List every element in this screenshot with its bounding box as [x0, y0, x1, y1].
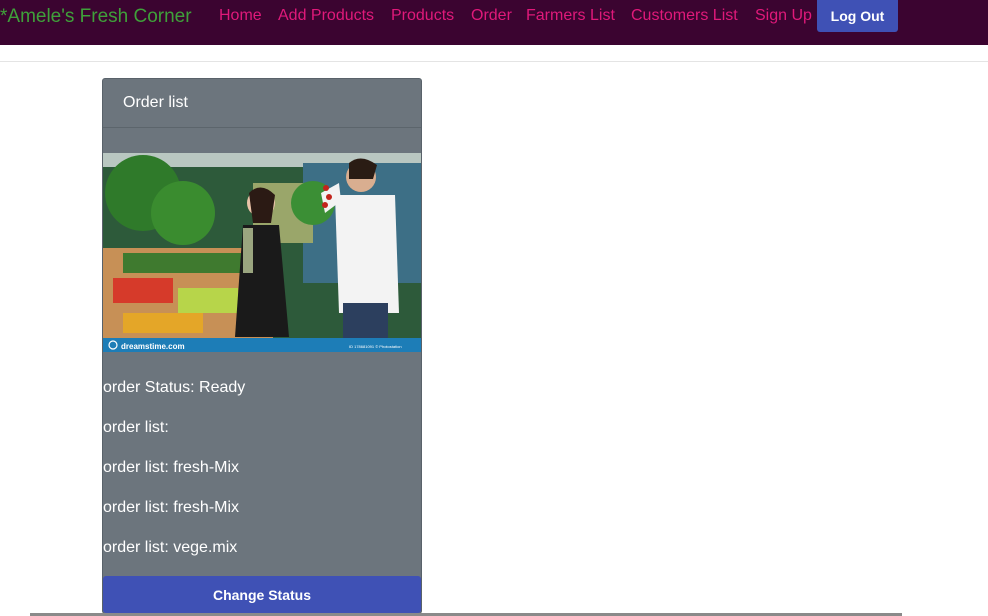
logout-button[interactable]: Log Out	[817, 0, 898, 32]
nav-link-products[interactable]: Products	[391, 7, 454, 25]
nav-link-farmers-list[interactable]: Farmers List	[526, 7, 615, 25]
order-status: order Status: Ready	[103, 379, 246, 396]
nav-link-add-products[interactable]: Add Products	[278, 7, 374, 25]
photo-man-shirt	[335, 195, 399, 313]
photo-tomatoes	[113, 278, 173, 303]
photo-woman-arm	[243, 228, 253, 273]
nav-link-sign-up[interactable]: Sign Up	[755, 7, 812, 25]
order-list-item: order list: fresh-Mix	[103, 459, 240, 476]
nav-link-home[interactable]: Home	[219, 7, 262, 25]
nav-link-order[interactable]: Order	[471, 7, 512, 25]
brand-title[interactable]: *Amele's Fresh Corner	[0, 6, 192, 28]
page-divider	[0, 61, 988, 62]
top-navbar: *Amele's Fresh Corner Home Add Products …	[0, 0, 988, 45]
nav-link-customers-list[interactable]: Customers List	[631, 7, 738, 25]
photo-cherry-tomato-3	[322, 202, 328, 208]
order-list-item: order list: fresh-Mix	[103, 499, 240, 516]
change-status-button[interactable]: Change Status	[103, 576, 421, 613]
photo-cherry-tomato-1	[323, 185, 329, 191]
card-title: Order list	[123, 94, 188, 111]
card-header: Order list	[103, 79, 421, 128]
order-list-item: order list: vege.mix	[103, 539, 238, 556]
photo-man-jeans	[343, 303, 388, 343]
photo-watermark-text: dreamstime.com	[121, 342, 185, 351]
order-photo: dreamstime.com ID 178681091 © Photostati…	[103, 153, 421, 352]
photo-plant-2	[151, 181, 215, 245]
order-list-item: order list:	[103, 419, 169, 436]
photo-peppers	[123, 313, 203, 333]
photo-watermark-id: ID 178681091 © Photostation	[349, 344, 402, 349]
photo-cherry-tomato-2	[326, 194, 332, 200]
photo-apples	[178, 288, 238, 313]
order-card: Order list dreamstime.com ID 178681091 ©…	[102, 78, 422, 614]
photo-woman-hair	[249, 187, 275, 223]
